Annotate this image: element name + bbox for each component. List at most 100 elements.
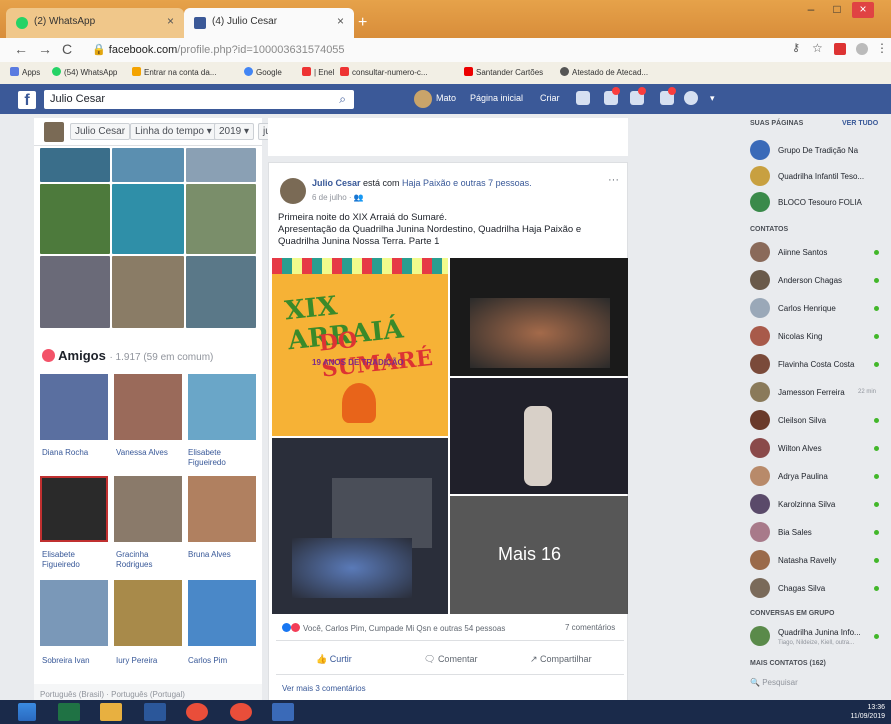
post-options-icon[interactable]: ··· xyxy=(608,174,619,186)
friend-name[interactable]: Carlos Pim xyxy=(188,656,258,666)
friend-name[interactable]: Iury Pereira xyxy=(116,656,186,666)
profile-link[interactable]: Mato xyxy=(436,93,456,103)
bookmark-enel[interactable]: | Enel xyxy=(302,67,334,77)
close-icon[interactable]: × xyxy=(167,14,174,28)
back-button[interactable]: ← xyxy=(14,41,28,57)
photo-thumbnail[interactable] xyxy=(186,148,256,182)
app-icon[interactable] xyxy=(272,703,294,721)
contacts-search-input[interactable]: 🔍 Pesquisar xyxy=(750,678,880,687)
windows-start-icon[interactable] xyxy=(18,703,36,721)
comments-count[interactable]: 7 comentários xyxy=(565,623,615,632)
see-all-link[interactable]: VER TUDO xyxy=(842,120,878,127)
bookmark-whatsapp[interactable]: (54) WhatsApp xyxy=(52,67,117,77)
facebook-icon xyxy=(194,17,206,29)
photo-thumbnail[interactable] xyxy=(186,256,256,328)
friend-photo[interactable] xyxy=(40,476,108,542)
friend-name[interactable]: Bruna Alves xyxy=(188,550,258,560)
search-input[interactable]: Julio Cesar ⌕ xyxy=(44,90,354,109)
friend-photo[interactable] xyxy=(114,580,182,646)
view-more-comments[interactable]: Ver mais 3 comentários xyxy=(282,684,366,693)
timeline-dropdown[interactable]: Linha do tempo ▾ xyxy=(130,123,217,140)
like-button[interactable]: 👍 Curtir xyxy=(316,654,352,665)
post-photo[interactable] xyxy=(450,378,628,494)
tagged-link[interactable]: Haja Paixão e outras 7 pessoas. xyxy=(402,178,532,188)
system-clock[interactable]: 13:36 11/09/2019 xyxy=(850,703,885,721)
close-window-button[interactable]: × xyxy=(852,2,874,18)
tab-facebook[interactable]: (4) Julio Cesar × xyxy=(184,8,354,38)
avatar[interactable] xyxy=(414,90,432,108)
photo-thumbnail[interactable] xyxy=(40,184,110,254)
minimize-button[interactable]: – xyxy=(800,2,822,18)
friend-photo[interactable] xyxy=(188,476,256,542)
friend-photo[interactable] xyxy=(40,374,108,440)
maximize-button[interactable]: □ xyxy=(826,2,848,18)
friend-requests-icon[interactable] xyxy=(576,91,590,105)
extension-icon[interactable] xyxy=(834,43,846,55)
reactions-summary[interactable]: Você, Carlos Pim, Cumpade Mi Qsn e outra… xyxy=(282,623,505,633)
close-icon[interactable]: × xyxy=(337,14,344,28)
bookmark-atestado[interactable]: Atestado de Atecad... xyxy=(560,67,648,77)
photo-thumbnail[interactable] xyxy=(40,148,110,182)
post-photo[interactable] xyxy=(450,258,628,376)
friend-name[interactable]: Gracinha Rodrigues xyxy=(116,550,186,570)
file-explorer-icon[interactable] xyxy=(100,703,122,721)
create-link[interactable]: Criar xyxy=(540,93,560,103)
notification-badge xyxy=(668,87,676,95)
share-button[interactable]: ↗ Compartilhar xyxy=(530,654,592,665)
chevron-down-icon[interactable]: ▾ xyxy=(710,93,715,104)
photo-thumbnail[interactable] xyxy=(112,184,184,254)
friends-header[interactable]: Amigos · 1.917 (59 em comum) xyxy=(42,348,213,363)
reload-button[interactable]: C xyxy=(62,41,72,57)
friend-photo[interactable] xyxy=(188,374,256,440)
avatar[interactable] xyxy=(280,178,306,204)
groups-header: CONVERSAS EM GRUPO xyxy=(750,610,835,617)
photo-thumbnail[interactable] xyxy=(186,184,256,254)
friend-name[interactable]: Sobreira Ivan xyxy=(42,656,112,666)
author-link[interactable]: Julio Cesar xyxy=(312,178,361,188)
search-icon[interactable]: ⌕ xyxy=(339,92,346,107)
forward-button[interactable]: → xyxy=(38,41,52,57)
excel-icon[interactable] xyxy=(58,703,80,721)
friend-name[interactable]: Diana Rocha xyxy=(42,448,112,458)
friend-photo[interactable] xyxy=(188,580,256,646)
chrome-icon[interactable] xyxy=(186,703,208,721)
bookmark-santander[interactable]: Santander Cartões xyxy=(464,67,543,77)
word-icon[interactable] xyxy=(144,703,166,721)
more-contacts-header[interactable]: MAIS CONTATOS (162) xyxy=(750,660,826,667)
star-icon[interactable]: ☆ xyxy=(812,41,823,55)
home-link[interactable]: Página inicial xyxy=(470,93,523,103)
friend-name[interactable]: Elisabete Figueiredo xyxy=(42,550,112,570)
help-icon[interactable] xyxy=(684,91,698,105)
new-tab-button[interactable]: + xyxy=(358,14,367,32)
profile-icon[interactable] xyxy=(856,43,868,55)
bookmark-google[interactable]: Google xyxy=(244,67,282,77)
menu-icon[interactable]: ⋮ xyxy=(876,41,888,55)
profile-name-button[interactable]: Julio Cesar xyxy=(70,123,131,140)
friend-photo[interactable] xyxy=(40,580,108,646)
bookmark-apps[interactable]: Apps xyxy=(10,67,40,77)
friend-name[interactable]: Vanessa Alves xyxy=(116,448,186,458)
chrome-icon[interactable] xyxy=(230,703,252,721)
more-photos-overlay[interactable]: Mais 16 xyxy=(498,544,561,565)
photo-thumbnail[interactable] xyxy=(112,256,184,328)
photo-thumbnail[interactable] xyxy=(40,256,110,328)
language-links[interactable]: Português (Brasil) · Português (Portugal… xyxy=(40,690,185,699)
avatar xyxy=(44,122,64,142)
year-dropdown[interactable]: 2019 ▾ xyxy=(214,123,255,140)
event-banner-image[interactable]: XIX ARRAIÁ DO SUMARÉ 19 ANOS DE TRADIÇÃO xyxy=(272,258,448,436)
friend-photo[interactable] xyxy=(114,374,182,440)
post-photo[interactable] xyxy=(272,438,448,614)
friend-name[interactable]: Elisabete Figueiredo xyxy=(188,448,258,468)
address-bar[interactable]: 🔒 facebook.com/profile.php?id=1000036315… xyxy=(84,40,734,60)
facebook-logo-icon[interactable]: f xyxy=(18,91,36,109)
search-value: Julio Cesar xyxy=(50,93,106,105)
post-date[interactable]: 6 de julho · 👥 xyxy=(312,193,364,202)
key-icon[interactable]: ⚷ xyxy=(792,41,800,54)
photo-thumbnail[interactable] xyxy=(112,148,184,182)
comment-button[interactable]: 🗨 Comentar xyxy=(424,654,477,665)
friend-photo[interactable] xyxy=(114,476,182,542)
bookmark-consultar[interactable]: consultar-numero-c... xyxy=(340,67,428,77)
browser-tab-bar: (2) WhatsApp × (4) Julio Cesar × + – □ × xyxy=(0,0,891,38)
tab-whatsapp[interactable]: (2) WhatsApp × xyxy=(6,8,184,38)
bookmark-entrar[interactable]: Entrar na conta da... xyxy=(132,67,217,77)
